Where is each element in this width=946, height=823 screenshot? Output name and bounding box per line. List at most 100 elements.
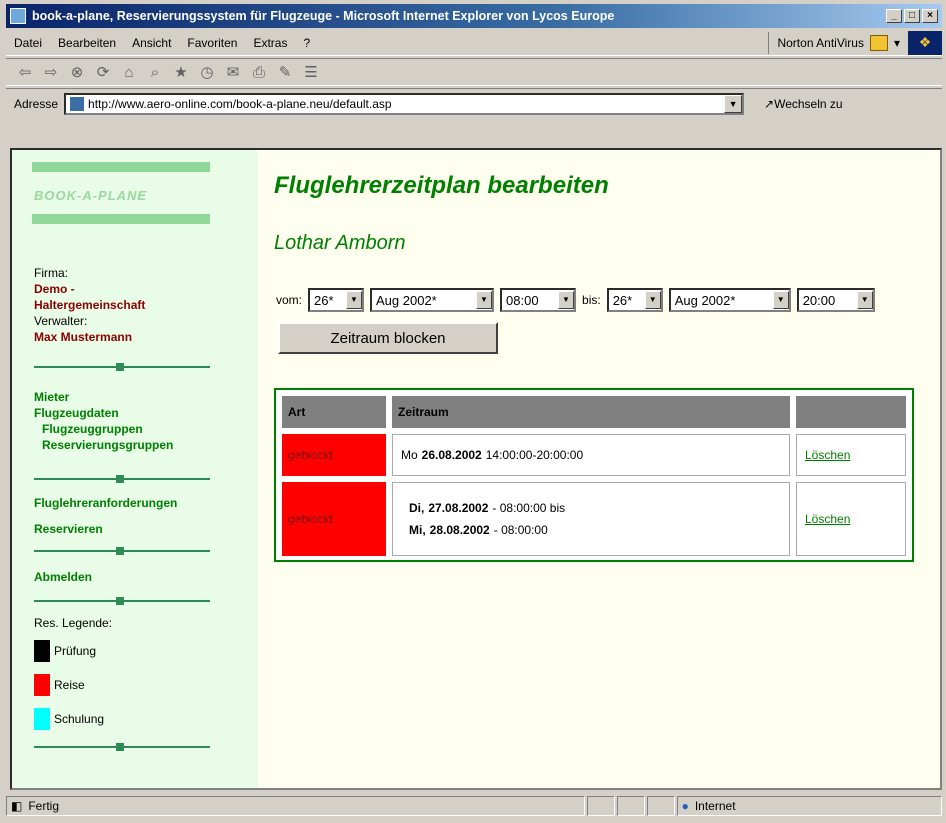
sidebar-item-flugzeuggruppen[interactable]: Flugzeuggruppen: [42, 422, 143, 436]
block-period-button[interactable]: Zeitraum blocken: [278, 322, 498, 354]
refresh-icon[interactable]: ⟳: [94, 63, 112, 81]
verwalter-label: Verwalter:: [34, 314, 88, 328]
legend-swatch-schulung: [34, 708, 50, 730]
window-title: book-a-plane, Reservierungssystem für Fl…: [32, 9, 615, 23]
discuss-icon[interactable]: ☰: [302, 63, 320, 81]
sidebar-item-reservieren[interactable]: Reservieren: [34, 522, 103, 536]
chevron-down-icon: ▼: [856, 291, 873, 309]
mail-icon[interactable]: ✉: [224, 63, 242, 81]
legend-title: Res. Legende:: [34, 616, 113, 630]
schedule-table: Art Zeitraum geblockt Mo 26.08.2002 14:0…: [274, 388, 914, 562]
ie-icon: [10, 8, 26, 24]
row2-zeitraum: Di, 27.08.2002 - 08:00:00 bis Mi, 28.08.…: [392, 482, 790, 556]
sidebar-item-fluglehreranforderungen[interactable]: Fluglehreranforderungen: [34, 496, 177, 510]
divider: [34, 743, 210, 751]
bis-month-value: Aug 2002*: [674, 292, 736, 308]
row1-time: 14:00:00-20:00:00: [485, 448, 584, 462]
bis-time-value: 20:00: [802, 292, 836, 308]
menu-bearbeiten[interactable]: Bearbeiten: [50, 36, 124, 50]
divider: [34, 475, 210, 483]
page-status-icon: ◧: [11, 799, 23, 813]
vom-label: vom:: [276, 293, 303, 307]
divider: [34, 363, 210, 371]
vom-time-select[interactable]: 08:00 ▼: [500, 288, 577, 312]
sidebar-item-flugzeugdaten[interactable]: Flugzeugdaten: [34, 406, 119, 420]
menu-extras[interactable]: Extras: [245, 36, 295, 50]
toolbar: ⇦ ⇨ ⊗ ⟳ ⌂ ⌕ ★ ◷ ✉ ⎙ ✎ ☰: [6, 58, 942, 86]
status-bar: ◧ Fertig ● Internet: [6, 794, 942, 818]
vom-day-value: 26*: [314, 292, 334, 308]
header-zeitraum: Zeitraum: [392, 396, 790, 428]
chevron-down-icon: ▼: [476, 291, 493, 309]
chevron-down-icon: ▼: [558, 291, 575, 309]
row2-delete-link[interactable]: Löschen: [805, 512, 850, 526]
bis-month-select[interactable]: Aug 2002* ▼: [668, 288, 791, 312]
vom-month-value: Aug 2002*: [376, 292, 437, 308]
title-bar: book-a-plane, Reservierungssystem für Fl…: [6, 4, 942, 28]
search-icon[interactable]: ⌕: [146, 64, 164, 81]
maximize-button[interactable]: □: [904, 9, 920, 23]
sidebar: BOOK-A-PLANE Firma: Demo - Haltergemeins…: [12, 150, 258, 788]
row1-art: geblockt: [282, 434, 386, 476]
status-field-empty: [586, 796, 615, 816]
verwalter-value: Max Mustermann: [34, 330, 133, 344]
minimize-button[interactable]: _: [886, 9, 902, 23]
status-text-field: ◧ Fertig: [6, 796, 585, 816]
bis-time-select[interactable]: 20:00 ▼: [796, 288, 875, 312]
sidebar-item-mieter[interactable]: Mieter: [34, 390, 69, 404]
header-action: [796, 396, 906, 428]
favorites-icon[interactable]: ★: [172, 63, 190, 81]
instructor-name: Lothar Amborn: [274, 232, 406, 254]
status-field-empty: [616, 796, 645, 816]
sidebar-item-reservierungsgruppen[interactable]: Reservierungsgruppen: [42, 438, 173, 452]
globe-icon: ●: [681, 799, 689, 813]
legend-swatch-reise: [34, 674, 50, 696]
address-dropdown-button[interactable]: ▼: [724, 94, 743, 113]
edit-icon[interactable]: ✎: [276, 63, 294, 81]
legend-label-schulung: Schulung: [54, 712, 105, 726]
history-icon[interactable]: ◷: [198, 63, 216, 81]
firma-label: Firma:: [34, 266, 68, 280]
forward-icon[interactable]: ⇨: [42, 63, 60, 81]
menu-ansicht[interactable]: Ansicht: [124, 36, 179, 50]
legend-label-pruefung: Prüfung: [54, 644, 97, 658]
norton-label: Norton AntiVirus: [777, 35, 864, 50]
row2-art: geblockt: [282, 482, 386, 556]
print-icon[interactable]: ⎙: [250, 64, 268, 81]
row2-day2: Mi,: [409, 523, 426, 537]
header-art: Art: [282, 396, 386, 428]
menu-datei[interactable]: Datei: [6, 36, 50, 50]
chevron-down-icon: ▼: [772, 291, 789, 309]
row2-date2: 28.08.2002: [429, 523, 490, 537]
legend-label-reise: Reise: [54, 678, 85, 692]
row1-day: Mo: [401, 448, 418, 462]
logo-bar-bottom: [32, 214, 210, 224]
norton-antivirus[interactable]: Norton AntiVirus ▾: [768, 31, 900, 54]
row1-zeitraum: Mo 26.08.2002 14:00:00-20:00:00: [392, 434, 790, 476]
vom-month-select[interactable]: Aug 2002* ▼: [370, 288, 495, 312]
sidebar-item-abmelden[interactable]: Abmelden: [34, 570, 92, 584]
page-title: Fluglehrerzeitplan bearbeiten: [274, 172, 609, 199]
stop-icon[interactable]: ⊗: [68, 63, 86, 81]
windows-logo-icon: ❖: [908, 30, 942, 55]
bis-label: bis:: [582, 293, 601, 307]
close-button[interactable]: ×: [922, 9, 938, 23]
back-icon[interactable]: ⇦: [16, 63, 34, 81]
chevron-down-icon: ▾: [893, 35, 900, 50]
legend-swatch-pruefung: [34, 640, 50, 662]
vom-day-select[interactable]: 26* ▼: [308, 288, 365, 312]
go-button[interactable]: ↗Wechseln zu: [764, 97, 843, 111]
menu-favoriten[interactable]: Favoriten: [179, 36, 245, 50]
row2-time2: - 08:00:00: [493, 523, 548, 537]
chevron-down-icon: ▼: [644, 291, 661, 309]
bis-day-value: 26*: [612, 292, 633, 308]
menu-help[interactable]: ?: [295, 36, 318, 50]
row1-delete-link[interactable]: Löschen: [805, 448, 850, 462]
vom-time-value: 08:00: [506, 292, 539, 308]
bis-day-select[interactable]: 26* ▼: [606, 288, 663, 312]
date-range-form: vom: 26* ▼ Aug 2002* ▼ 08:00 ▼ bis: 26* ▼ Au…: [276, 288, 875, 312]
browser-window: book-a-plane, Reservierungssystem für Fl…: [0, 0, 946, 823]
address-bar: Adresse http://www.aero-online.com/book-…: [6, 88, 942, 118]
address-input[interactable]: http://www.aero-online.com/book-a-plane.…: [64, 92, 745, 115]
home-icon[interactable]: ⌂: [120, 64, 138, 81]
